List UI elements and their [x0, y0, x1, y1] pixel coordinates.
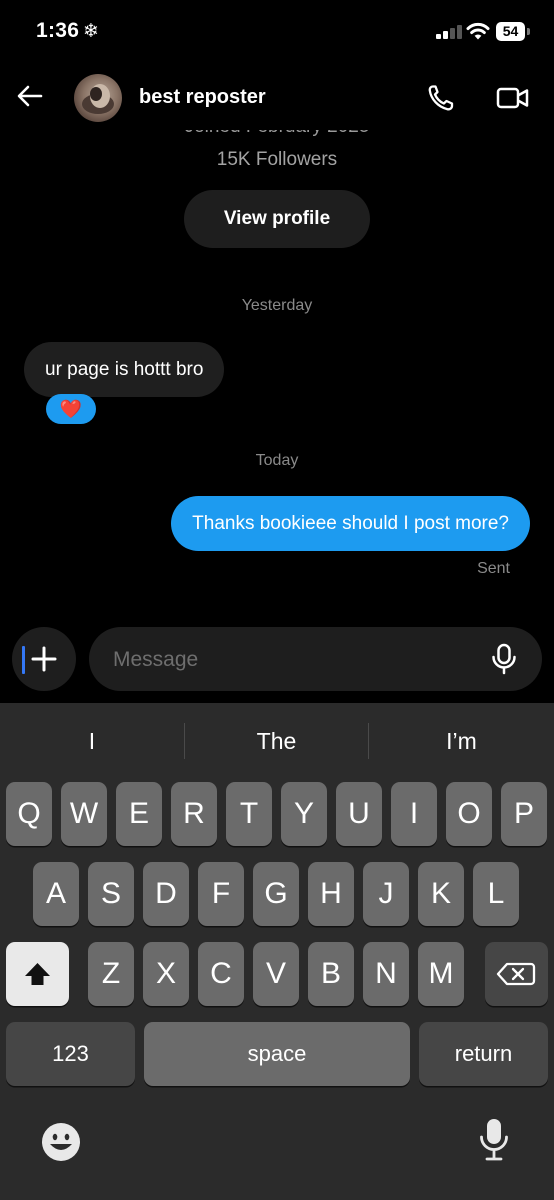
key-n[interactable]: N: [363, 942, 409, 1006]
dictation-microphone-icon[interactable]: [478, 1117, 510, 1163]
numbers-key[interactable]: 123: [6, 1022, 135, 1086]
shift-icon: [25, 963, 50, 985]
status-bar: 1:36 ❄ 54: [0, 0, 554, 66]
backspace-icon: [496, 962, 536, 986]
emoji-icon[interactable]: [40, 1121, 82, 1163]
suggestion-1[interactable]: I: [0, 703, 184, 779]
return-key[interactable]: return: [419, 1022, 548, 1086]
view-profile-button[interactable]: View profile: [184, 190, 370, 248]
chat-header: best reposter: [0, 66, 554, 130]
key-r[interactable]: R: [171, 782, 217, 846]
key-y[interactable]: Y: [281, 782, 327, 846]
key-j[interactable]: J: [363, 862, 409, 926]
key-t[interactable]: T: [226, 782, 272, 846]
contact-name[interactable]: best reposter: [139, 86, 266, 109]
key-a[interactable]: A: [33, 862, 79, 926]
shift-key[interactable]: [6, 942, 69, 1006]
key-x[interactable]: X: [143, 942, 189, 1006]
phone-icon[interactable]: [426, 83, 456, 113]
key-c[interactable]: C: [198, 942, 244, 1006]
key-g[interactable]: G: [253, 862, 299, 926]
suggestion-3[interactable]: I’m: [369, 703, 554, 779]
key-w[interactable]: W: [61, 782, 107, 846]
microphone-icon[interactable]: [490, 643, 518, 675]
key-h[interactable]: H: [308, 862, 354, 926]
suggestion-2[interactable]: The: [185, 703, 368, 779]
battery-nub: [527, 28, 530, 35]
video-camera-icon[interactable]: [496, 85, 530, 111]
key-s[interactable]: S: [88, 862, 134, 926]
key-v[interactable]: V: [253, 942, 299, 1006]
incoming-message[interactable]: ur page is hottt bro: [24, 342, 225, 397]
keyboard: I The I’m Q W E R T Y U I O P A S D F G …: [0, 703, 554, 1200]
wifi-icon: [466, 22, 490, 40]
key-i[interactable]: I: [391, 782, 437, 846]
sent-status: Sent: [477, 560, 510, 577]
key-b[interactable]: B: [308, 942, 354, 1006]
message-input[interactable]: [111, 627, 475, 693]
key-z[interactable]: Z: [88, 942, 134, 1006]
key-k[interactable]: K: [418, 862, 464, 926]
outgoing-message[interactable]: Thanks bookieee should I post more?: [171, 496, 530, 551]
key-q[interactable]: Q: [6, 782, 52, 846]
text-cursor: [22, 646, 25, 674]
followers-count: 15K Followers: [216, 149, 338, 170]
key-e[interactable]: E: [116, 782, 162, 846]
status-time: 1:36: [36, 19, 80, 42]
key-f[interactable]: F: [198, 862, 244, 926]
message-composer: [89, 627, 542, 693]
arrow-left-icon[interactable]: [14, 80, 46, 112]
key-d[interactable]: D: [143, 862, 189, 926]
key-u[interactable]: U: [336, 782, 382, 846]
battery-level: 54: [496, 22, 525, 41]
cellular-signal-icon: [436, 25, 462, 39]
delete-key[interactable]: [485, 942, 548, 1006]
key-p[interactable]: P: [501, 782, 547, 846]
key-o[interactable]: O: [446, 782, 492, 846]
date-separator: Today: [255, 452, 299, 469]
space-key[interactable]: space: [144, 1022, 410, 1086]
snowflake-icon: ❄: [83, 21, 99, 42]
suggestion-bar: I The I’m: [0, 703, 554, 779]
key-m[interactable]: M: [418, 942, 464, 1006]
heart-reaction[interactable]: ❤️: [46, 394, 96, 424]
key-l[interactable]: L: [473, 862, 519, 926]
avatar[interactable]: [74, 74, 122, 122]
date-separator: Yesterday: [241, 297, 313, 314]
chat-screen: 1:36 ❄ 54 Joined February 2025: [0, 0, 554, 1200]
